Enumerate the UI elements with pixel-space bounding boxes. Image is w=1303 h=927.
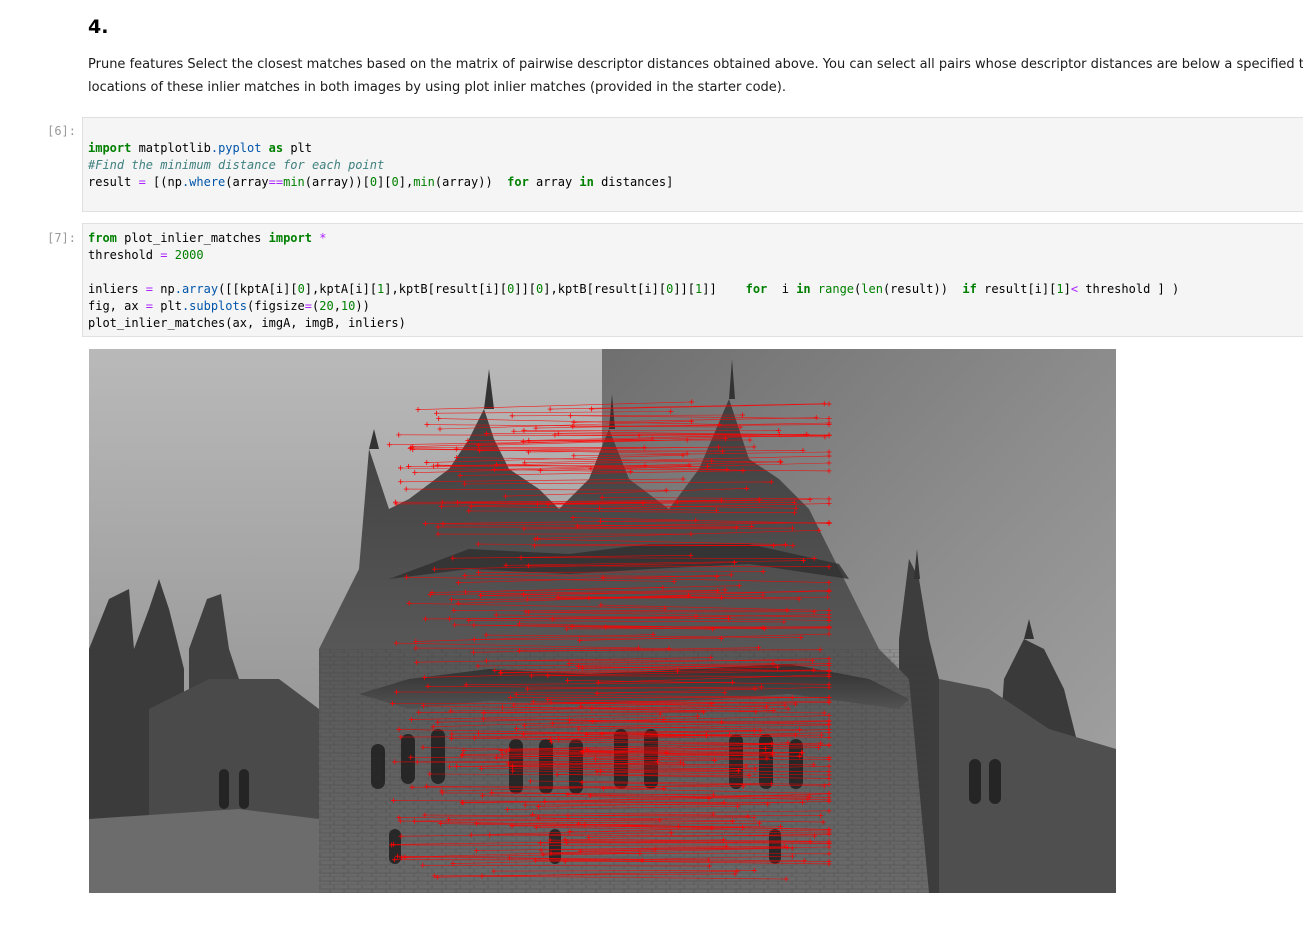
paragraph-line-1: Prune features Select the closest matche… xyxy=(88,57,1303,72)
code-token: range xyxy=(817,282,855,296)
code-token: ]][ xyxy=(514,282,537,296)
code-token: .array xyxy=(174,282,219,296)
code-token: = xyxy=(138,175,146,189)
code-cell-7-source[interactable]: from plot_inlier_matches import * thresh… xyxy=(83,230,1303,332)
code-token: = xyxy=(145,299,154,313)
code-token: ([[kptA[i][ xyxy=(218,282,298,296)
cell-7-prompt: [7]: xyxy=(47,231,76,245)
code-token: 0 xyxy=(391,175,399,189)
code-token: as xyxy=(268,141,284,155)
code-line: #Find the minimum distance for each poin… xyxy=(88,158,384,172)
code-token: for xyxy=(745,282,768,296)
code-token: ], xyxy=(398,175,414,189)
code-token: (array xyxy=(225,175,269,189)
output-figure xyxy=(89,349,1116,893)
code-line: import matplotlib.pyplot as plt xyxy=(88,141,312,155)
code-token: np xyxy=(153,282,175,296)
code-token: == xyxy=(268,175,284,189)
code-token: * xyxy=(319,231,327,245)
code-token: i xyxy=(767,282,797,296)
code-token: plot_inlier_matches(ax, imgA, imgB, inli… xyxy=(88,316,406,330)
code-token: threshold ] ) xyxy=(1078,282,1180,296)
cell-6-prompt: [6]: xyxy=(47,124,76,138)
code-token: plt xyxy=(153,299,182,313)
code-line: plot_inlier_matches(ax, imgA, imgB, inli… xyxy=(88,316,406,330)
code-cell-6-source[interactable]: import matplotlib.pyplot as plt #Find th… xyxy=(83,140,1303,191)
code-token: )) xyxy=(355,299,370,313)
code-token: inliers xyxy=(88,282,146,296)
code-token: < xyxy=(1070,282,1079,296)
code-line: inliers = np.array([[kptA[i][0],kptA[i][… xyxy=(88,282,1179,296)
code-token: len xyxy=(861,282,883,296)
code-token: ],kptB[result[i][ xyxy=(384,282,508,296)
code-cell-6[interactable]: import matplotlib.pyplot as plt #Find th… xyxy=(82,117,1303,212)
code-token: matplotlib xyxy=(131,141,211,155)
section-heading: 4. xyxy=(88,16,109,38)
code-token: .subplots xyxy=(181,299,247,313)
code-cell-7[interactable]: from plot_inlier_matches import * thresh… xyxy=(82,223,1303,337)
code-token: ] xyxy=(1063,282,1071,296)
code-token: plot_inlier_matches xyxy=(116,231,269,245)
code-token: ]][ xyxy=(673,282,696,296)
code-token: .pyplot xyxy=(210,141,262,155)
code-token: (result)) xyxy=(882,282,963,296)
code-token: result[i][ xyxy=(976,282,1057,296)
code-token: import xyxy=(268,231,312,245)
code-token: plt xyxy=(283,141,313,155)
code-line: result = [(np.where(array==min(array))[0… xyxy=(88,175,673,189)
code-token: [(np xyxy=(145,175,182,189)
code-token: 0 xyxy=(297,282,305,296)
code-token: (array))[ xyxy=(304,175,370,189)
code-token: 20 xyxy=(319,299,334,313)
code-token: distances] xyxy=(593,175,674,189)
code-token: .where xyxy=(181,175,226,189)
code-token: = xyxy=(304,299,312,313)
code-token: in xyxy=(796,282,811,296)
code-token: ][ xyxy=(377,175,392,189)
code-token: min xyxy=(413,175,435,189)
markdown-cell[interactable]: 4. Prune features Select the closest mat… xyxy=(88,14,1303,99)
code-token: for xyxy=(507,175,529,189)
code-token: ],kptA[i][ xyxy=(304,282,378,296)
code-token: array xyxy=(528,175,580,189)
code-token: ],kptB[result[i][ xyxy=(543,282,667,296)
code-token: import xyxy=(88,141,132,155)
code-line: threshold = 2000 xyxy=(88,248,204,262)
code-token: ]] xyxy=(702,282,746,296)
code-token: threshold xyxy=(88,248,161,262)
code-token: 0 xyxy=(369,175,378,189)
paragraph-line-2: locations of these inlier matches in bot… xyxy=(88,80,786,95)
code-token: , xyxy=(333,299,341,313)
code-token: in xyxy=(579,175,594,189)
code-token: result xyxy=(88,175,139,189)
code-token: 10 xyxy=(340,299,356,313)
code-token: (figsize xyxy=(246,299,305,313)
code-line: from plot_inlier_matches import * xyxy=(88,231,326,245)
code-line: fig, ax = plt.subplots(figsize=(20,10)) xyxy=(88,299,370,313)
code-token: min xyxy=(283,175,305,189)
inlier-matches-plot xyxy=(89,349,1116,893)
code-token: 1 xyxy=(1056,282,1064,296)
code-token: #Find the minimum distance for each poin… xyxy=(88,158,385,172)
code-token: = xyxy=(145,282,154,296)
code-token: (array)) xyxy=(434,175,508,189)
code-token: if xyxy=(962,282,977,296)
code-token: 2000 xyxy=(174,248,204,262)
code-token: fig, ax xyxy=(88,299,146,313)
code-token: from xyxy=(88,231,117,245)
markdown-paragraph: Prune features Select the closest matche… xyxy=(88,53,1303,99)
